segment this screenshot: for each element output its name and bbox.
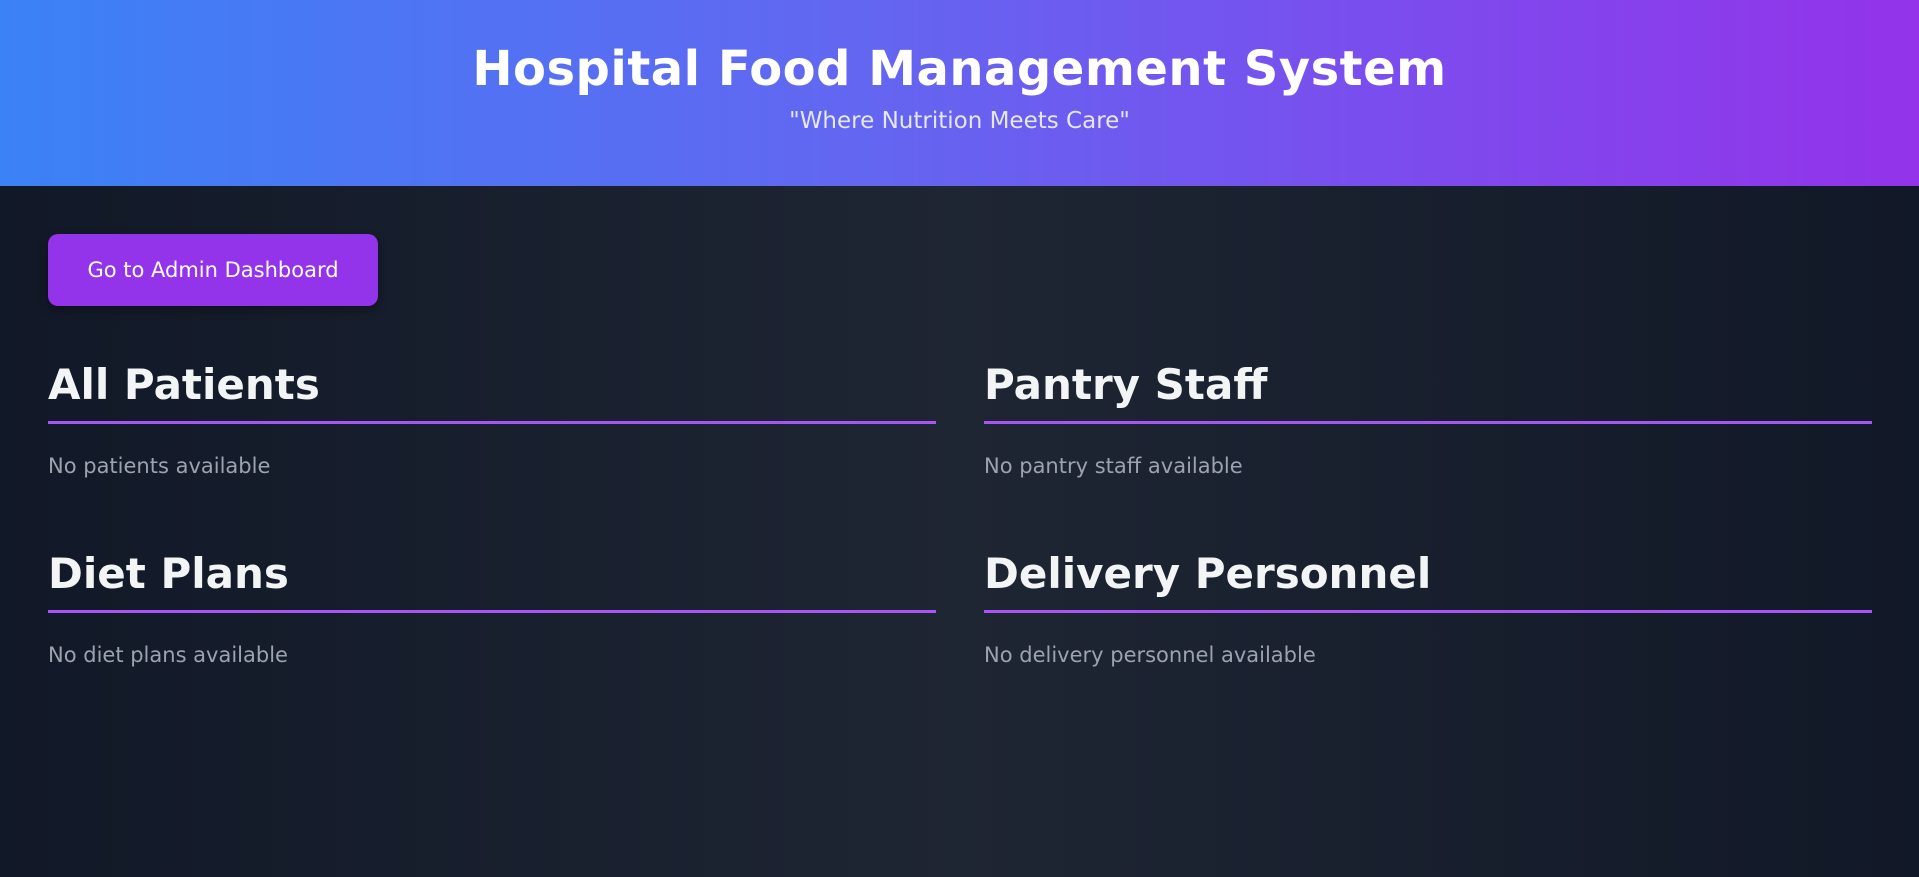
page-tagline: "Where Nutrition Meets Care"	[789, 108, 1130, 134]
section-all-patients: All Patients No patients available	[48, 361, 936, 550]
sections-grid: All Patients No patients available Pantr…	[48, 361, 1872, 739]
section-title: Diet Plans	[48, 550, 936, 613]
empty-message: No patients available	[48, 454, 271, 478]
section-title: Delivery Personnel	[984, 550, 1872, 613]
empty-message: No pantry staff available	[984, 454, 1243, 478]
page-header: Hospital Food Management System "Where N…	[0, 0, 1919, 186]
admin-dashboard-button[interactable]: Go to Admin Dashboard	[48, 234, 378, 306]
section-title: Pantry Staff	[984, 361, 1872, 424]
empty-message: No delivery personnel available	[984, 643, 1316, 667]
section-diet-plans: Diet Plans No diet plans available	[48, 550, 936, 739]
main-content: Go to Admin Dashboard All Patients No pa…	[0, 186, 1919, 739]
section-title: All Patients	[48, 361, 936, 424]
section-delivery-personnel: Delivery Personnel No delivery personnel…	[984, 550, 1872, 739]
section-pantry-staff: Pantry Staff No pantry staff available	[984, 361, 1872, 550]
empty-message: No diet plans available	[48, 643, 288, 667]
page-title: Hospital Food Management System	[472, 41, 1447, 97]
